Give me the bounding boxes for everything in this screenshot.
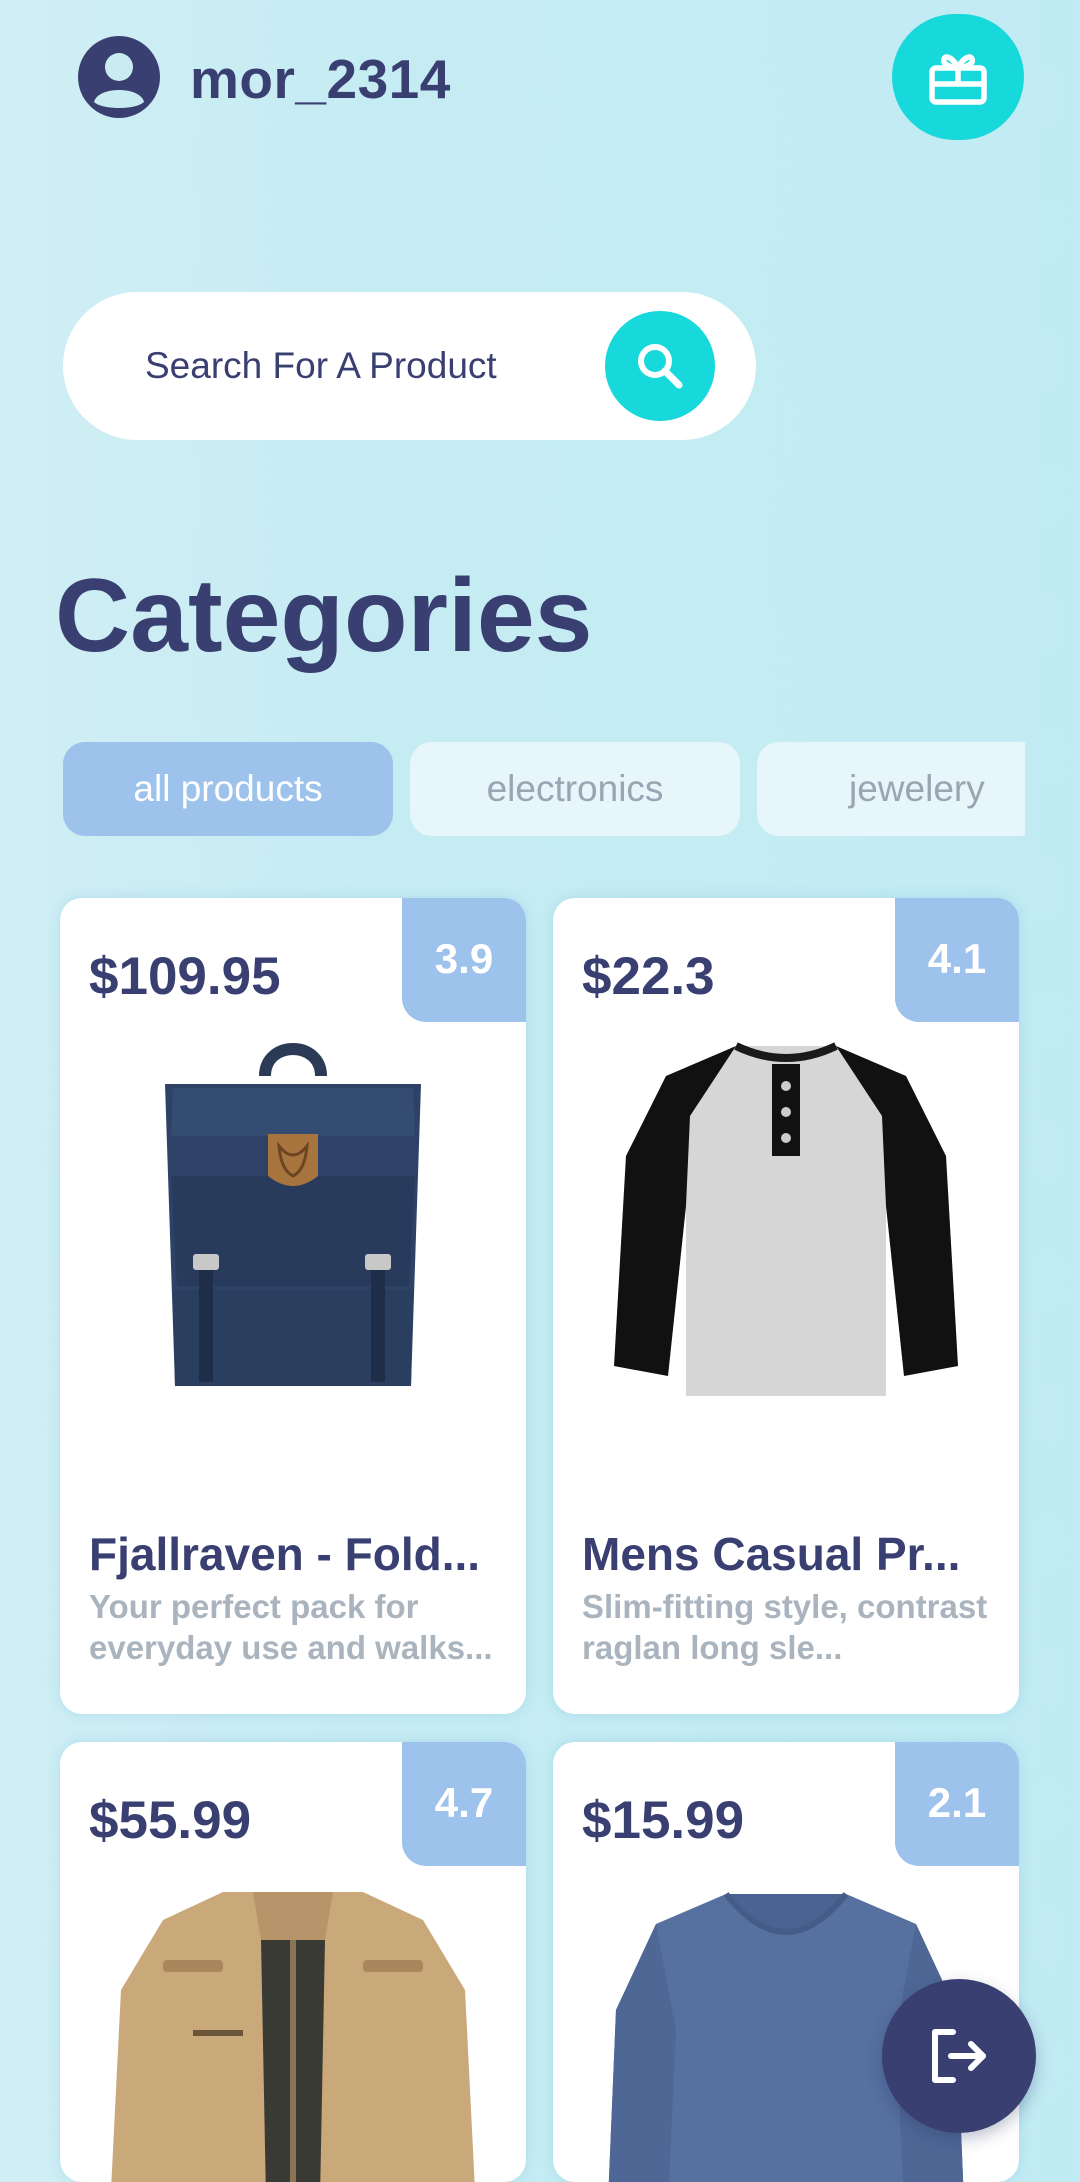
cotton-jacket-image [111, 1892, 475, 2182]
chip-all-products[interactable]: all products [63, 742, 393, 836]
rating-badge: 4.7 [402, 1742, 526, 1866]
product-card[interactable]: $22.3 4.1 Mens Casual Pr... Slim-fitting… [553, 898, 1019, 1714]
logout-icon [932, 2029, 986, 2083]
product-card[interactable]: $109.95 3.9 Fjallraven - Fold... Your pe… [60, 898, 526, 1714]
product-price: $109.95 [89, 947, 281, 1006]
product-price: $55.99 [89, 1791, 252, 1850]
avatar[interactable] [78, 36, 160, 118]
product-title: Fjallraven - Fold... [89, 1528, 481, 1580]
product-description: Your perfect pack for everyday use and w… [89, 1588, 493, 1666]
search-icon [638, 344, 683, 389]
product-title: Mens Casual Pr... [582, 1528, 961, 1580]
rating-badge: 4.1 [895, 898, 1019, 1022]
search-bar [63, 292, 756, 440]
chip-jewelery[interactable]: jewelery [757, 742, 1025, 836]
username: mor_2314 [190, 48, 451, 110]
product-description: Slim-fitting style, contrast raglan long… [582, 1588, 988, 1666]
search-button[interactable] [605, 311, 715, 421]
category-chips: all products electronics jewelery [63, 742, 1025, 836]
categories-title: Categories [55, 558, 593, 674]
product-price: $15.99 [582, 1791, 745, 1850]
product-price: $22.3 [582, 947, 715, 1006]
chip-electronics[interactable]: electronics [410, 742, 740, 836]
user-circle-icon [78, 36, 160, 118]
product-card[interactable]: $55.99 4.7 [60, 1742, 526, 2182]
backpack-image [165, 1043, 421, 1386]
rating-badge: 3.9 [402, 898, 526, 1022]
gift-button[interactable] [892, 14, 1024, 140]
search-input[interactable] [145, 336, 565, 396]
gift-icon [929, 54, 987, 105]
logout-button[interactable] [882, 1979, 1036, 2133]
rating-badge: 2.1 [895, 1742, 1019, 1866]
henley-shirt-image [614, 1042, 958, 1396]
